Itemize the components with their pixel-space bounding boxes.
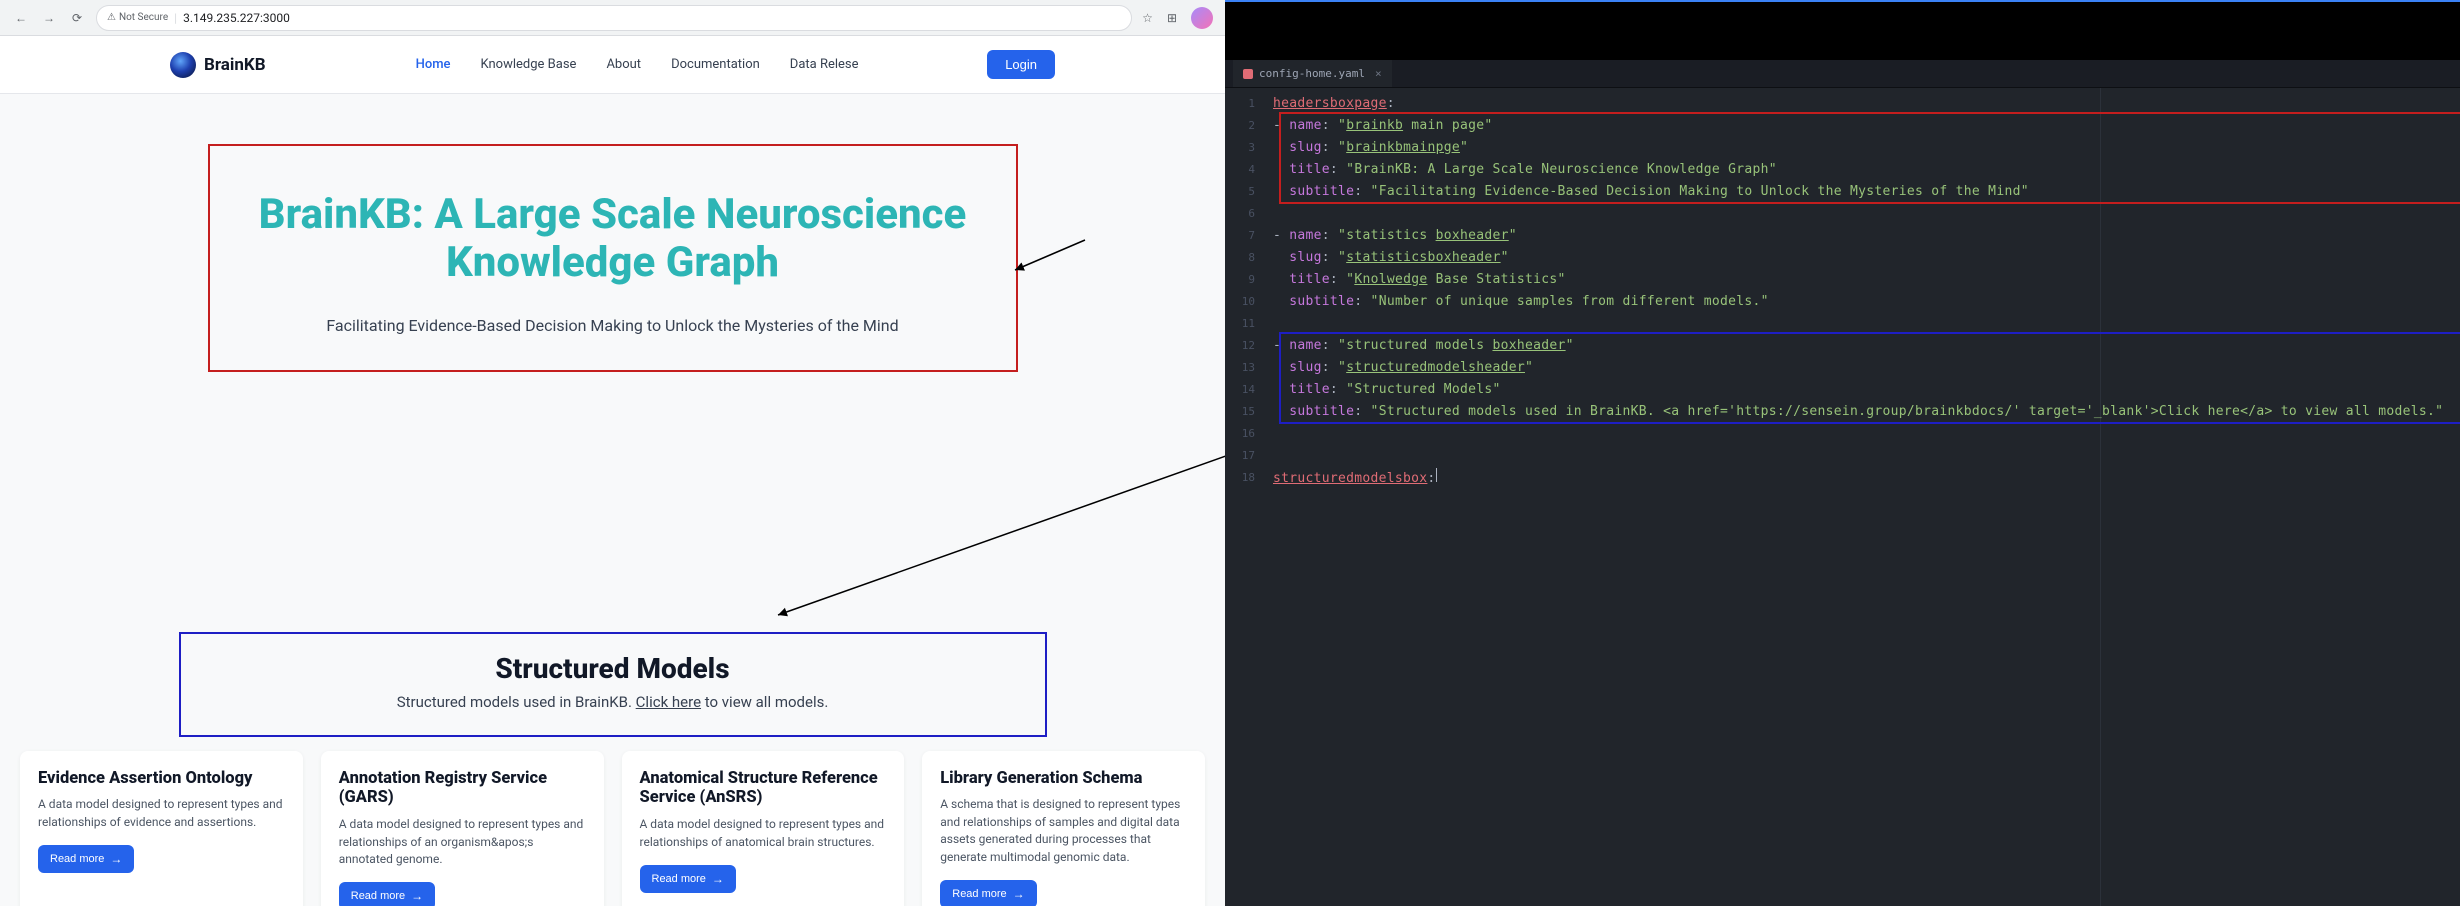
code-line[interactable]: 9 title: "Knolwedge Base Statistics" [1225,268,2460,290]
card-library: Library Generation Schema A schema that … [922,751,1205,906]
structured-models-header: Structured Models Structured models used… [179,632,1047,737]
code-line[interactable]: 12- name: "structured models boxheader" [1225,334,2460,356]
tab-filename: config-home.yaml [1259,67,1365,80]
code-line[interactable]: 14 title: "Structured Models" [1225,378,2460,400]
cards-row: Evidence Assertion Ontology A data model… [20,751,1205,906]
browser-pane: ← → ⟳ ⚠ Not Secure | 3.149.235.227:3000 … [0,0,1225,906]
nav-home[interactable]: Home [416,57,451,72]
url-divider: | [174,11,177,25]
profile-avatar[interactable] [1191,7,1213,29]
warning-icon: ⚠ [107,12,116,23]
editor-pane: config-home.yaml × 1headersboxpage:2- na… [1225,0,2460,906]
arrow-right-icon: → [110,852,122,866]
close-icon[interactable]: × [1375,67,1382,80]
code-line[interactable]: 10 subtitle: "Number of unique samples f… [1225,290,2460,312]
yaml-file-icon [1243,69,1253,79]
read-more-button[interactable]: Read more→ [339,882,435,906]
card-evidence: Evidence Assertion Ontology A data model… [20,751,303,906]
card-desc: A data model designed to represent types… [339,816,586,868]
hero-box: BrainKB: A Large Scale Neuroscience Know… [208,144,1018,372]
card-title: Evidence Assertion Ontology [38,769,285,789]
card-gars: Annotation Registry Service (GARS) A dat… [321,751,604,906]
card-desc: A data model designed to represent types… [38,796,285,831]
code-line[interactable]: 3 slug: "brainkbmainpge" [1225,136,2460,158]
code-line[interactable]: 15 subtitle: "Structured models used in … [1225,400,2460,422]
not-secure-text: Not Secure [119,12,168,23]
arrow-right-icon: → [411,889,423,903]
logo-icon [170,52,196,78]
code-line[interactable]: 4 title: "BrainKB: A Large Scale Neurosc… [1225,158,2460,180]
code-line[interactable]: 1headersboxpage: [1225,92,2460,114]
url-text: 3.149.235.227:3000 [183,11,290,25]
star-icon[interactable]: ☆ [1142,11,1153,25]
card-title: Anatomical Structure Reference Service (… [640,769,887,809]
read-more-button[interactable]: Read more→ [38,845,134,873]
code-line[interactable]: 17 [1225,444,2460,466]
code-line[interactable]: 13 slug: "structuredmodelsheader" [1225,356,2460,378]
editor-tab[interactable]: config-home.yaml × [1233,60,1392,87]
hero-title: BrainKB: A Large Scale Neuroscience Know… [240,191,986,288]
nav-kb[interactable]: Knowledge Base [480,57,576,72]
url-bar[interactable]: ⚠ Not Secure | 3.149.235.227:3000 [96,5,1132,31]
code-area[interactable]: 1headersboxpage:2- name: "brainkb main p… [1225,88,2460,906]
site-body: BrainKB Home Knowledge Base About Docume… [0,36,1225,906]
site-nav: BrainKB Home Knowledge Base About Docume… [0,36,1225,94]
read-more-button[interactable]: Read more→ [640,865,736,893]
hero-subtitle: Facilitating Evidence-Based Decision Mak… [240,316,986,335]
toolbar-right: ☆ ⊞ [1142,7,1213,29]
login-button[interactable]: Login [987,50,1055,79]
not-secure-badge: ⚠ Not Secure [107,12,168,23]
reload-icon[interactable]: ⟳ [68,9,86,27]
card-title: Library Generation Schema [940,769,1187,789]
code-line[interactable]: 7- name: "statistics boxheader" [1225,224,2460,246]
nav-about[interactable]: About [606,57,641,72]
arrow-right-icon: → [1013,887,1025,901]
code-line[interactable]: 8 slug: "statisticsboxheader" [1225,246,2460,268]
nav-links: Home Knowledge Base About Documentation … [416,57,859,72]
section-link[interactable]: Click here [636,693,701,711]
section-subtitle: Structured models used in BrainKB. Click… [211,693,1015,711]
card-desc: A schema that is designed to represent t… [940,796,1187,866]
nav-docs[interactable]: Documentation [671,57,760,72]
nav-data[interactable]: Data Relese [790,57,859,72]
brand-text: BrainKB [204,55,266,75]
browser-toolbar: ← → ⟳ ⚠ Not Secure | 3.149.235.227:3000 … [0,0,1225,36]
read-more-button[interactable]: Read more→ [940,880,1036,906]
code-line[interactable]: 5 subtitle: "Facilitating Evidence-Based… [1225,180,2460,202]
code-line[interactable]: 16 [1225,422,2460,444]
code-line[interactable]: 6 [1225,202,2460,224]
section-title: Structured Models [211,652,1015,685]
forward-icon[interactable]: → [40,9,58,27]
brand-logo[interactable]: BrainKB [170,52,266,78]
arrow-right-icon: → [712,872,724,886]
card-title: Annotation Registry Service (GARS) [339,769,586,809]
card-ansrs: Anatomical Structure Reference Service (… [622,751,905,906]
code-line[interactable]: 18structuredmodelsbox: [1225,466,2460,488]
editor-tabs: config-home.yaml × [1225,60,2460,88]
back-icon[interactable]: ← [12,9,30,27]
code-line[interactable]: 11 [1225,312,2460,334]
code-line[interactable]: 2- name: "brainkb main page" [1225,114,2460,136]
extension-icon[interactable]: ⊞ [1167,11,1177,25]
card-desc: A data model designed to represent types… [640,816,887,851]
